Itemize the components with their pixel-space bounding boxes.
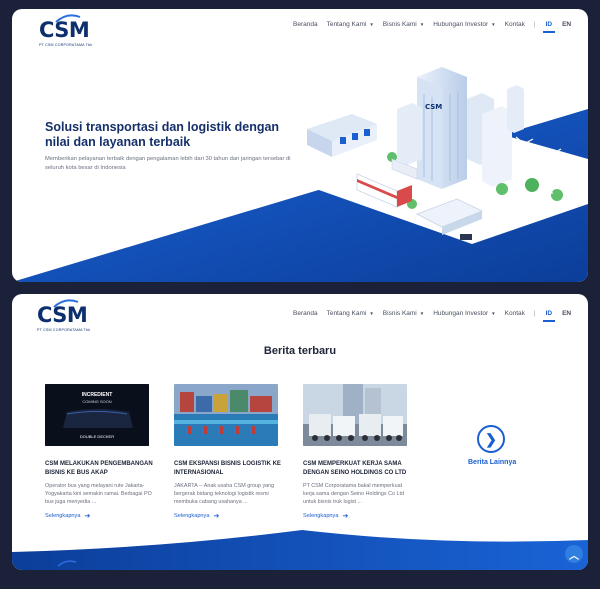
news-panel: CSM PT CSM CORPORATAMA Tbk Beranda Tenta…: [12, 294, 588, 570]
footer-swoosh-icon: [57, 560, 77, 567]
arrow-right-icon: ➔: [84, 513, 91, 521]
nav-label: Bisnis Kami: [382, 310, 417, 317]
caret-down-icon: ▼: [369, 22, 374, 27]
nav-item-beranda[interactable]: Beranda: [293, 310, 318, 317]
thumb-line-1: INCREDIENT: [82, 392, 113, 398]
logo-swoosh-icon: [55, 14, 81, 23]
nav-label: Tentang Kami: [326, 21, 367, 28]
news-card-desc: JAKARTA -- Anak usaha CSM group yang ber…: [174, 483, 275, 506]
nav-item-beranda[interactable]: Beranda: [293, 21, 318, 28]
nav-item-kontak[interactable]: Kontak: [505, 21, 525, 28]
more-news-button[interactable]: ❯: [477, 425, 505, 453]
lang-id-button[interactable]: ID: [542, 310, 555, 322]
arrow-right-icon: ➔: [342, 513, 349, 521]
scroll-top-button[interactable]: ︿: [565, 545, 583, 563]
news-card[interactable]: CSM MEMPERKUAT KERJA SAMA DENGAN SEINO H…: [303, 384, 411, 520]
caret-down-icon: ▼: [491, 311, 496, 316]
brand-tagline: PT CSM CORPORATAMA Tbk: [39, 43, 93, 47]
nav-item-tentang-kami[interactable]: Tentang Kami ▼: [327, 310, 374, 317]
nav-item-tentang-kami[interactable]: Tentang Kami ▼: [327, 21, 374, 28]
nav-item-bisnis-kami[interactable]: Bisnis Kami ▼: [383, 310, 424, 317]
chevron-up-icon: ︿: [569, 550, 579, 562]
nav-label: Kontak: [504, 21, 525, 28]
news-card-title[interactable]: CSM EKSPANSI BISNIS LOGISTIK KE INTERNAS…: [174, 460, 282, 478]
nav-label: Beranda: [293, 310, 318, 317]
more-news-label[interactable]: Berita Lainnya: [468, 459, 516, 466]
news-thumbnail[interactable]: INCREDIENT COMING SOON DOUBLE DECKER: [45, 384, 149, 446]
read-more-label: Selengkapnya: [45, 513, 81, 520]
caret-down-icon: ▼: [419, 22, 425, 27]
arrow-right-icon: ➔: [213, 513, 220, 521]
nav-item-hubungan-investor[interactable]: Hubungan Investor ▼: [433, 310, 495, 317]
brand-logo[interactable]: CSM PT CSM CORPORATAMA Tbk: [39, 14, 93, 47]
read-more-link[interactable]: Selengkapnya ➔: [303, 512, 411, 520]
news-card-desc: PT CSM Corporatama bakal memperkuat kerj…: [303, 483, 404, 506]
thumb-line-2: COMING SOON: [82, 399, 111, 404]
lang-id-button[interactable]: ID: [542, 21, 555, 33]
nav-separator: |: [533, 21, 536, 28]
news-thumbnail[interactable]: [174, 384, 278, 446]
logo-swoosh-icon: [53, 299, 79, 308]
main-nav: Beranda Tentang Kami ▼ Bisnis Kami ▼ Hubun…: [293, 21, 571, 33]
news-card[interactable]: CSM EKSPANSI BISNIS LOGISTIK KE INTERNAS…: [174, 384, 282, 520]
news-thumbnail[interactable]: [303, 384, 407, 446]
main-nav: Beranda Tentang Kami ▼ Bisnis Kami ▼ Hubun…: [293, 310, 571, 322]
nav-label: Bisnis Kami: [382, 21, 417, 28]
hero-title: Solusi transportasi dan logistik dengan …: [45, 120, 280, 149]
footer-wave: [12, 530, 588, 570]
lang-en-button[interactable]: EN: [562, 310, 571, 317]
hero-subtitle: Memberikan pelayanan terbaik dengan peng…: [45, 156, 291, 171]
caret-down-icon: ▼: [491, 22, 496, 27]
read-more-label: Selengkapnya: [303, 513, 339, 520]
hero-panel: CSM CSM PT CSM CORPORATAMA Tbk Beranda T…: [12, 9, 588, 282]
read-more-label: Selengkapnya: [174, 513, 210, 520]
building-logo: CSM: [425, 103, 442, 111]
chevron-right-icon: ❯: [485, 430, 497, 447]
nav-separator: |: [533, 310, 536, 317]
read-more-link[interactable]: Selengkapnya ➔: [45, 512, 153, 520]
nav-label: Hubungan Investor: [433, 310, 489, 317]
caret-down-icon: ▼: [369, 311, 374, 316]
caret-down-icon: ▼: [419, 311, 425, 316]
news-card[interactable]: INCREDIENT COMING SOON DOUBLE DECKER CSM…: [45, 384, 153, 520]
nav-label: Hubungan Investor: [433, 21, 489, 28]
news-section-title: Berita terbaru: [263, 345, 337, 357]
nav-item-hubungan-investor[interactable]: Hubungan Investor ▼: [433, 21, 495, 28]
brand-logo[interactable]: CSM PT CSM CORPORATAMA Tbk: [37, 299, 91, 332]
nav-label: Kontak: [504, 310, 525, 317]
news-card-desc: Operator bus yang melayani rute Jakarta-…: [45, 483, 152, 506]
news-card-title[interactable]: CSM MEMPERKUAT KERJA SAMA DENGAN SEINO H…: [303, 460, 411, 478]
nav-item-bisnis-kami[interactable]: Bisnis Kami ▼: [383, 21, 424, 28]
news-card-title[interactable]: CSM MELAKUKAN PENGEMBANGAN BISNIS KE BUS…: [45, 460, 153, 478]
brand-tagline: PT CSM CORPORATAMA Tbk: [37, 328, 91, 332]
lang-en-button[interactable]: EN: [562, 21, 571, 28]
read-more-link[interactable]: Selengkapnya ➔: [174, 512, 282, 520]
nav-label: Tentang Kami: [326, 310, 367, 317]
thumb-line-3: DOUBLE DECKER: [80, 434, 114, 439]
nav-item-kontak[interactable]: Kontak: [505, 310, 525, 317]
nav-label: Beranda: [293, 21, 318, 28]
